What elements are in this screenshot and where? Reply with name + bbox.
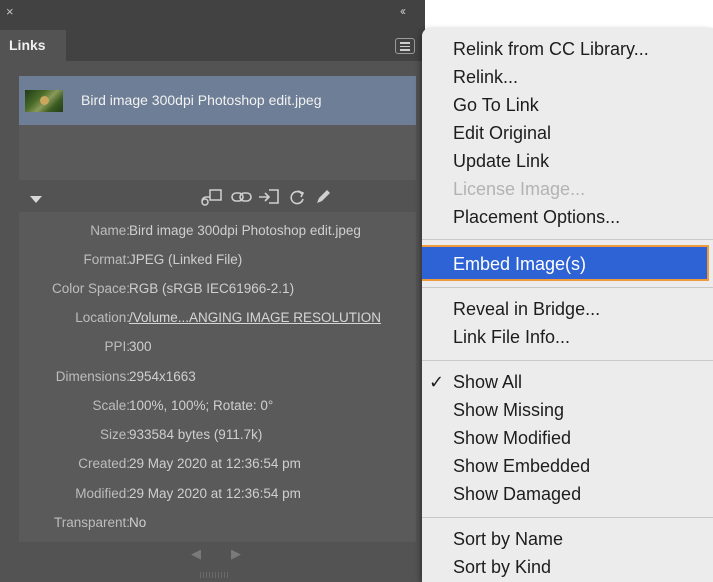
menu-item-label: Embed Image(s) xyxy=(453,254,587,274)
menu-separator xyxy=(422,287,713,288)
checkmark-icon: ✓ xyxy=(429,372,445,392)
relink-icon[interactable] xyxy=(231,189,253,205)
info-label: Color Space: xyxy=(51,281,130,296)
hamburger-icon[interactable] xyxy=(395,38,415,54)
info-label: Format: xyxy=(83,252,130,267)
info-row-scale: Scale: 100%, 100%; Rotate: 0° xyxy=(19,395,416,417)
info-label: Name: xyxy=(90,223,130,238)
info-row-name: Name: Bird image 300dpi Photoshop edit.j… xyxy=(19,220,416,242)
close-icon[interactable]: × xyxy=(6,4,14,20)
menu-item-update-link[interactable]: Update Link xyxy=(453,149,549,173)
info-row-location: Location: /Volume...ANGING IMAGE RESOLUT… xyxy=(19,307,416,329)
links-list: Bird image 300dpi Photoshop edit.jpeg xyxy=(19,76,416,180)
collapse-icon[interactable]: ‹‹ xyxy=(400,3,406,19)
info-label: Scale: xyxy=(92,398,130,413)
info-value: JPEG (Linked File) xyxy=(129,252,243,267)
menu-item-show-embedded[interactable]: Show Embedded xyxy=(453,454,590,478)
update-link-icon[interactable] xyxy=(288,189,306,205)
info-row-transparent: Transparent: No xyxy=(19,512,416,534)
info-value: RGB (sRGB IEC61966-2.1) xyxy=(129,281,295,296)
menu-item-link-file-info[interactable]: Link File Info... xyxy=(453,325,570,349)
info-value: 933584 bytes (911.7k) xyxy=(129,427,263,442)
menu-item-sort-by-kind[interactable]: Sort by Kind xyxy=(453,555,551,579)
info-value: 2954x1663 xyxy=(129,369,196,384)
edit-original-icon[interactable] xyxy=(314,188,332,206)
tab-links[interactable]: Links xyxy=(0,30,66,61)
menu-item-show-all[interactable]: Show All xyxy=(453,370,522,394)
menu-item-relink[interactable]: Relink... xyxy=(453,65,518,89)
info-value: 300 xyxy=(129,339,152,354)
links-toolbar xyxy=(0,185,425,211)
menu-item-show-modified[interactable]: Show Modified xyxy=(453,426,571,450)
previous-link-icon[interactable]: ◀ xyxy=(191,546,201,562)
resize-grip-icon[interactable] xyxy=(200,572,230,578)
menu-separator xyxy=(422,517,713,518)
menu-item-embed-images[interactable]: Embed Image(s) xyxy=(422,245,709,281)
info-row-size: Size: 933584 bytes (911.7k) xyxy=(19,424,416,446)
link-thumbnail xyxy=(25,90,63,112)
menu-item-license-image: License Image... xyxy=(453,179,586,199)
location-link[interactable]: /Volume...ANGING IMAGE RESOLUTION xyxy=(129,307,381,329)
info-row-ppi: PPI: 300 xyxy=(19,336,416,358)
info-label: Transparent: xyxy=(53,515,130,530)
link-row[interactable]: Bird image 300dpi Photoshop edit.jpeg xyxy=(19,76,416,125)
go-to-link-icon[interactable] xyxy=(258,188,280,206)
menu-item-go-to-link[interactable]: Go To Link xyxy=(453,93,539,117)
cc-library-relink-icon[interactable] xyxy=(200,188,224,206)
info-value: 100%, 100%; Rotate: 0° xyxy=(129,398,274,413)
links-panel-menu: Relink from CC Library... Relink... Go T… xyxy=(422,28,713,582)
info-label: Size: xyxy=(99,427,130,442)
menu-separator xyxy=(422,360,713,361)
info-label: Modified: xyxy=(75,486,130,501)
menu-item-edit-original[interactable]: Edit Original xyxy=(453,121,551,145)
info-label: Created: xyxy=(78,456,130,471)
info-row-dimensions: Dimensions: 2954x1663 xyxy=(19,366,416,388)
info-label: PPI: xyxy=(104,339,130,354)
panel-title-bar: × ‹‹ xyxy=(0,0,425,25)
link-info-section: Name: Bird image 300dpi Photoshop edit.j… xyxy=(19,212,416,542)
info-row-format: Format: JPEG (Linked File) xyxy=(19,249,416,271)
info-row-color-space: Color Space: RGB (sRGB IEC61966-2.1) xyxy=(19,278,416,300)
info-value: No xyxy=(129,515,147,530)
menu-item-sort-by-name[interactable]: Sort by Name xyxy=(453,527,563,551)
panel-tab-row: Links xyxy=(0,25,425,61)
links-panel: × ‹‹ Links Bird image 300dpi Photoshop e… xyxy=(0,0,425,582)
menu-item-show-missing[interactable]: Show Missing xyxy=(453,398,564,422)
menu-item-reveal-in-bridge[interactable]: Reveal in Bridge... xyxy=(453,297,600,321)
menu-item-show-damaged[interactable]: Show Damaged xyxy=(453,482,581,506)
info-row-created: Created: 29 May 2020 at 12:36:54 pm xyxy=(19,453,416,475)
link-name: Bird image 300dpi Photoshop edit.jpeg xyxy=(81,92,322,108)
info-value: Bird image 300dpi Photoshop edit.jpeg xyxy=(129,223,361,238)
info-label: Location: xyxy=(75,310,130,325)
info-row-modified: Modified: 29 May 2020 at 12:36:54 pm xyxy=(19,483,416,505)
info-label: Dimensions: xyxy=(55,369,130,384)
next-link-icon[interactable]: ▶ xyxy=(231,546,241,562)
menu-item-relink-from-cc-library[interactable]: Relink from CC Library... xyxy=(453,37,649,61)
disclosure-triangle-icon[interactable] xyxy=(30,196,42,203)
menu-separator xyxy=(422,239,713,240)
info-nav: ◀ ▶ xyxy=(0,546,425,582)
info-value: 29 May 2020 at 12:36:54 pm xyxy=(129,486,301,501)
menu-item-placement-options[interactable]: Placement Options... xyxy=(453,205,620,229)
info-value: 29 May 2020 at 12:36:54 pm xyxy=(129,456,301,471)
